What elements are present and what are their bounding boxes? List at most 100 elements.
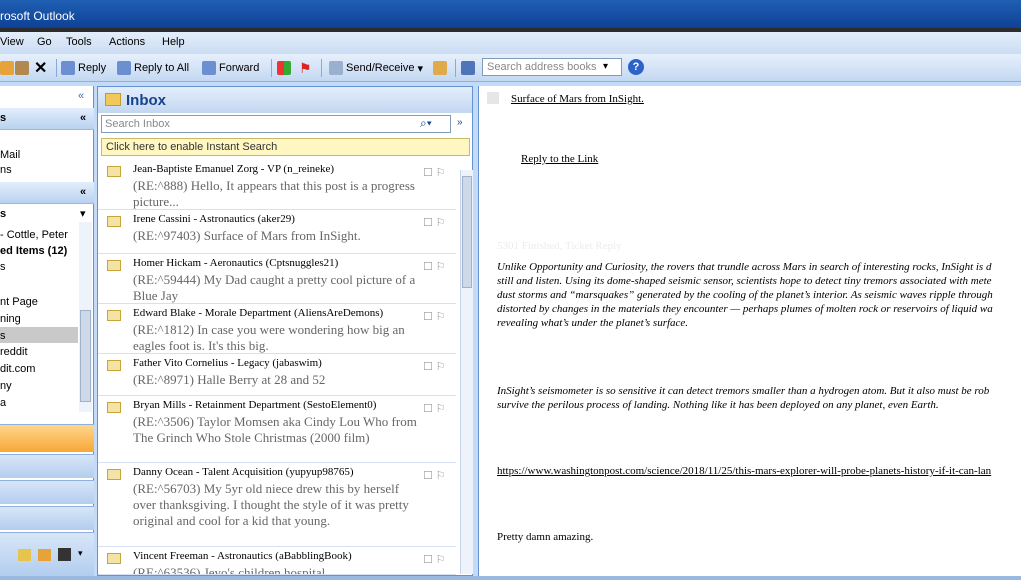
move-icon[interactable] bbox=[15, 59, 29, 77]
chevron-down-icon[interactable]: ▾ bbox=[80, 207, 86, 220]
find-icon[interactable] bbox=[433, 59, 447, 77]
search-icon[interactable]: ⌕▾ bbox=[420, 116, 432, 131]
contacts-button[interactable] bbox=[0, 480, 94, 504]
message-row[interactable]: Irene Cassini - Astronautics (aker29) (R… bbox=[98, 210, 456, 254]
envelope-icon bbox=[107, 260, 121, 271]
message-sender: Father Vito Cornelius - Legacy (jabaswim… bbox=[133, 357, 322, 369]
message-row[interactable]: Vincent Freeman - Astronautics (aBabblin… bbox=[98, 547, 456, 575]
nav-item-front-page[interactable]: nt Page bbox=[0, 296, 38, 308]
reply-link[interactable]: Reply to the Link bbox=[521, 152, 598, 166]
flag-icon[interactable]: ☐ ⚐ bbox=[423, 360, 445, 373]
flag-icon[interactable]: ☐ ⚐ bbox=[423, 469, 445, 482]
message-icon bbox=[487, 92, 499, 104]
mail-button[interactable] bbox=[0, 424, 94, 452]
chevron-down-icon[interactable]: ▾ bbox=[78, 548, 83, 559]
menu-go[interactable]: Go bbox=[37, 36, 52, 48]
message-row[interactable]: Jean-Baptiste Emanuel Zorg - VP (n_reine… bbox=[98, 160, 456, 210]
categorize-icon[interactable] bbox=[277, 59, 291, 77]
nav-item[interactable]: ning bbox=[0, 313, 21, 325]
nav-item-selected[interactable]: s bbox=[0, 330, 6, 342]
message-row[interactable]: Danny Ocean - Talent Acquisition (yupyup… bbox=[98, 463, 456, 547]
nav-item[interactable]: ny bbox=[0, 380, 12, 392]
window-title: rosoft Outlook bbox=[0, 9, 75, 23]
closing-text: Pretty damn amazing. bbox=[497, 531, 594, 543]
nav-item-mail[interactable]: Mail bbox=[0, 149, 20, 161]
body-paragraph: InSight’s seismometer is so sensitive it… bbox=[497, 385, 990, 411]
message-preview: (RE:^56703) My 5yr old niece drew this b… bbox=[133, 481, 409, 528]
flag-icon[interactable]: ☐ ⚐ bbox=[423, 260, 445, 273]
faded-text: 5301 Finished, Ticket Reply bbox=[497, 240, 622, 252]
menu-bar: View Go Tools Actions Help bbox=[0, 32, 1021, 54]
message-row[interactable]: Edward Blake - Morale Department (Aliens… bbox=[98, 304, 456, 354]
navigation-pane: « s « Mail ns « s ▾ - Cottle, Peter ed It… bbox=[0, 86, 94, 576]
menu-view[interactable]: View bbox=[0, 36, 24, 48]
nav-item-mailbox[interactable]: s bbox=[0, 208, 6, 220]
message-preview: (RE:^888) Hello, It appears that this po… bbox=[133, 178, 415, 209]
scrollbar-thumb[interactable] bbox=[462, 176, 472, 288]
send-receive-button[interactable]: Send/Receive ▾ bbox=[329, 59, 423, 77]
flag-icon[interactable]: ☐ ⚐ bbox=[423, 553, 445, 566]
menu-tools[interactable]: Tools bbox=[66, 36, 92, 48]
inbox-folder-icon bbox=[105, 93, 121, 106]
address-book-icon[interactable] bbox=[461, 59, 475, 77]
tasks-button[interactable] bbox=[0, 506, 94, 530]
chevron-down-icon[interactable]: ▾ bbox=[603, 61, 608, 72]
chevron-up-icon[interactable]: « bbox=[80, 112, 86, 124]
reply-button[interactable]: Reply bbox=[61, 59, 106, 77]
message-list-scrollbar[interactable] bbox=[460, 170, 473, 574]
envelope-icon bbox=[107, 166, 121, 177]
flag-icon[interactable]: ☐ ⚐ bbox=[423, 216, 445, 229]
message-sender: Homer Hickam - Aeronautics (Cptsnuggles2… bbox=[133, 257, 339, 269]
address-book-search[interactable]: Search address books bbox=[482, 58, 622, 76]
shortcuts-icon[interactable] bbox=[58, 548, 71, 561]
delete-icon[interactable]: ✕ bbox=[34, 59, 47, 77]
message-list-pane: Inbox Search Inbox ⌕▾ » Click here to en… bbox=[97, 86, 473, 576]
subject-link[interactable]: Surface of Mars from InSight. bbox=[511, 92, 644, 106]
help-icon[interactable]: ? bbox=[628, 59, 644, 75]
nav-scrollbar[interactable] bbox=[79, 222, 92, 412]
inbox-title: Inbox bbox=[126, 92, 166, 109]
message-preview: (RE:^8971) Halle Berry at 28 and 52 bbox=[133, 372, 326, 387]
chevron-up-icon[interactable]: « bbox=[80, 186, 86, 198]
message-row[interactable]: Homer Hickam - Aeronautics (Cptsnuggles2… bbox=[98, 254, 456, 304]
forward-button[interactable]: Forward bbox=[202, 59, 259, 77]
reply-all-button[interactable]: Reply to All bbox=[117, 59, 189, 77]
title-bar: rosoft Outlook bbox=[0, 0, 1021, 32]
message-preview: (RE:^3506) Taylor Momsen aka Cindy Lou W… bbox=[133, 414, 417, 445]
message-row[interactable]: Bryan Mills - Retainment Department (Ses… bbox=[98, 396, 456, 463]
message-row[interactable]: Father Vito Cornelius - Legacy (jabaswim… bbox=[98, 354, 456, 396]
envelope-icon bbox=[107, 469, 121, 480]
message-preview: (RE:^1812) In case you were wondering ho… bbox=[133, 322, 405, 353]
nav-item-deleted[interactable]: ed Items (12) bbox=[0, 245, 67, 257]
notes-icon[interactable] bbox=[18, 549, 31, 561]
flag-icon[interactable]: ☐ ⚐ bbox=[423, 402, 445, 415]
nav-item-cottle[interactable]: - Cottle, Peter bbox=[0, 229, 68, 241]
article-link[interactable]: https://www.washingtonpost.com/science/2… bbox=[497, 464, 991, 478]
instant-search-banner[interactable]: Click here to enable Instant Search bbox=[101, 138, 470, 156]
inbox-header: Inbox bbox=[98, 87, 472, 113]
expand-search-icon[interactable]: » bbox=[457, 117, 463, 128]
nav-item-reddit[interactable]: reddit bbox=[0, 346, 28, 358]
print-icon[interactable] bbox=[0, 59, 14, 77]
menu-actions[interactable]: Actions bbox=[109, 36, 145, 48]
nav-section-all[interactable]: « bbox=[0, 182, 94, 204]
envelope-icon bbox=[107, 553, 121, 564]
flag-icon[interactable]: ☐ ⚐ bbox=[423, 166, 445, 179]
calendar-button[interactable] bbox=[0, 454, 94, 478]
menu-help[interactable]: Help bbox=[162, 36, 185, 48]
nav-item-reddit-com[interactable]: dit.com bbox=[0, 363, 35, 375]
shortcut-bar: ▾ bbox=[0, 532, 94, 576]
nav-item[interactable]: a bbox=[0, 397, 6, 409]
chevron-down-icon: ▾ bbox=[417, 62, 424, 75]
flag-icon[interactable]: ☐ ⚐ bbox=[423, 310, 445, 323]
nav-item[interactable]: ns bbox=[0, 164, 12, 176]
nav-item[interactable]: s bbox=[0, 261, 6, 273]
nav-section-favorites[interactable]: s « bbox=[0, 108, 94, 130]
collapse-icon[interactable]: « bbox=[78, 90, 84, 102]
folder-icon[interactable] bbox=[38, 549, 51, 561]
forward-icon bbox=[202, 61, 216, 75]
inbox-search-input[interactable]: Search Inbox bbox=[101, 115, 451, 133]
message-sender: Bryan Mills - Retainment Department (Ses… bbox=[133, 399, 377, 411]
flag-icon[interactable]: ⚑ bbox=[299, 59, 312, 77]
message-sender: Edward Blake - Morale Department (Aliens… bbox=[133, 307, 384, 319]
